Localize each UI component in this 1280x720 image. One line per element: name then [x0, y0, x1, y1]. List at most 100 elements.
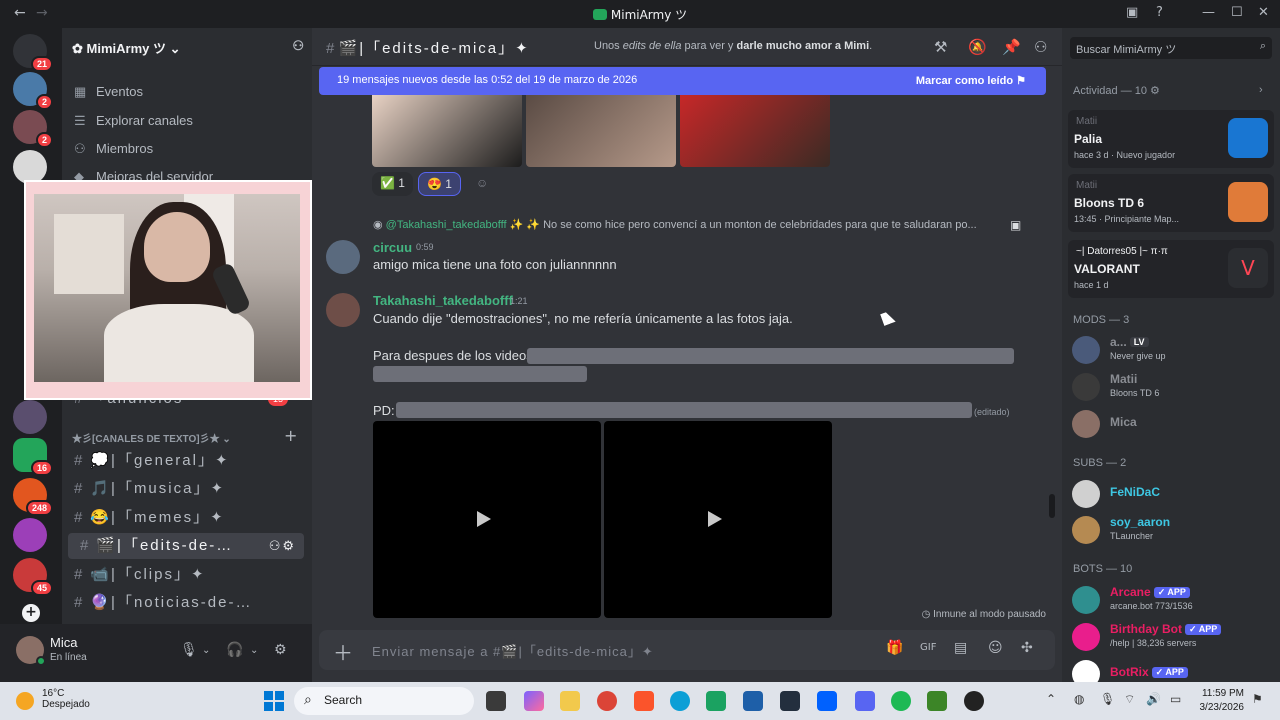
channel-settings-icon[interactable]: ⚇⚙ [269, 533, 296, 559]
create-channel-icon[interactable]: + [284, 426, 297, 445]
taskbar-search[interactable]: ⌕ Search [294, 687, 474, 715]
server-icon[interactable] [13, 150, 47, 184]
channel-general[interactable]: # 💭|「general」✦ [62, 448, 304, 474]
activity-card[interactable]: ~| Datorres05 |~ π·π VALORANT hace 1 d V [1068, 240, 1274, 298]
invite-people-icon[interactable]: ⚇ [292, 38, 304, 54]
member-list-icon[interactable]: ⚇ [1034, 38, 1047, 56]
member-item[interactable]: Matii Bloons TD 6 [1072, 371, 1276, 401]
channel-noticias[interactable]: # 🔮|「noticias-de-… [62, 590, 304, 616]
sticker-icon[interactable]: ▤ [954, 640, 967, 656]
weather-icon[interactable] [16, 692, 34, 710]
reply-preview[interactable]: ◉ @Takahashi_takedabofff ✨ ✨ No se como … [373, 218, 977, 231]
gift-icon[interactable]: 🎁 [886, 640, 903, 656]
obs-icon[interactable] [964, 691, 984, 711]
image-attachment[interactable] [526, 95, 676, 167]
amazon-icon[interactable] [780, 691, 800, 711]
reaction-heart-eyes[interactable]: 😍 1 [418, 172, 461, 196]
spoiler-block[interactable] [527, 348, 1014, 364]
member-item[interactable]: Mica [1072, 408, 1276, 438]
member-item[interactable]: soy_aaron TLauncher [1072, 514, 1276, 544]
reaction-check[interactable]: ✅ 1 [372, 172, 413, 196]
chevron-down-icon[interactable]: ⌄ [250, 645, 258, 656]
member-item[interactable]: Birthday Bot ✓ APP/help | 38,236 servers [1072, 621, 1276, 651]
server-icon[interactable]: 2 [13, 110, 53, 148]
close-icon[interactable]: ✕ [1258, 5, 1269, 20]
members-link[interactable]: ⚇ Miembros [74, 141, 153, 157]
gif-icon[interactable]: GIF [920, 642, 936, 653]
discord-icon[interactable] [855, 691, 875, 711]
channel-topic[interactable]: Unos edits de ella para ver y darle much… [594, 40, 872, 52]
file-explorer-icon[interactable] [560, 691, 580, 711]
image-attachment[interactable] [680, 95, 830, 167]
play-icon[interactable] [708, 511, 722, 527]
chevron-right-icon[interactable]: › [1259, 84, 1263, 96]
notification-bell-icon[interactable]: 🔕 [968, 38, 987, 56]
gear-icon[interactable]: ⚙ [1150, 85, 1160, 97]
gear-icon[interactable]: ⚙ [274, 642, 287, 658]
server-icon[interactable]: 45 [13, 558, 53, 596]
minecraft-icon[interactable] [927, 691, 947, 711]
start-button[interactable] [264, 691, 284, 711]
member-item[interactable]: a... LV Never give up [1072, 334, 1276, 364]
chrome-icon[interactable] [597, 691, 617, 711]
server-icon[interactable] [13, 400, 47, 434]
member-item[interactable]: BotRix ✓ APP [1072, 658, 1276, 682]
microphone-icon[interactable]: 🎙 [180, 642, 198, 658]
notification-icon[interactable]: ⚑ [1252, 692, 1263, 706]
direct-messages-icon[interactable]: 21 [13, 34, 53, 72]
emoji-icon[interactable]: ☺ [988, 640, 1003, 656]
app-icon[interactable] [706, 691, 726, 711]
wifi-icon[interactable]: ⌔ [1124, 692, 1135, 707]
edge-icon[interactable] [670, 691, 690, 711]
apps-icon[interactable]: ✣ [1021, 640, 1033, 656]
image-attachment[interactable] [372, 95, 522, 167]
play-icon[interactable] [477, 511, 491, 527]
microphone-icon[interactable]: 🎙 [1100, 692, 1115, 706]
spotify-icon[interactable] [891, 691, 911, 711]
pin-icon[interactable]: 📌 [1002, 38, 1021, 56]
message-author[interactable]: Takahashi_takedabofff [373, 293, 513, 308]
channel-clips[interactable]: # 📹|「clips」✦ [62, 562, 304, 588]
maximize-icon[interactable]: ☐ [1231, 5, 1243, 20]
network-icon[interactable]: ◍ [1074, 692, 1084, 706]
mark-as-read-button[interactable]: Marcar como leído ⚑ [916, 74, 1026, 87]
attach-plus-icon[interactable]: ＋ [333, 637, 353, 666]
new-messages-bar[interactable]: 19 mensajes nuevos desde las 0:52 del 19… [319, 67, 1046, 95]
channel-category[interactable]: ★彡[CANALES DE TEXTO]彡★ ⌄ [72, 430, 231, 445]
server-icon[interactable] [13, 518, 47, 552]
events-link[interactable]: ▦ Eventos [74, 84, 143, 100]
channel-edits-de-mica[interactable]: # 🎬|「edits-de-… ⚇⚙ [68, 533, 304, 559]
scrollbar-thumb[interactable] [1049, 494, 1055, 518]
inbox-icon[interactable]: ▣ [1126, 5, 1138, 20]
threads-icon[interactable]: ⚒ [934, 38, 947, 56]
composer-placeholder[interactable]: Enviar mensaje a #🎬|「edits-de-mica」✦ [372, 641, 654, 660]
server-header[interactable]: ✿ MimiArmy ツ ⌄ ⚇ [72, 38, 304, 58]
member-item[interactable]: Arcane ✓ APP arcane.bot 773/1536 [1072, 584, 1276, 614]
add-server-icon[interactable]: + [22, 604, 40, 622]
store-icon[interactable] [743, 691, 763, 711]
channel-musica[interactable]: # 🎵|「musica」✦ [62, 476, 304, 502]
activity-card[interactable]: Matii Bloons TD 6 13:45 · Principiante M… [1068, 174, 1274, 232]
avatar[interactable] [326, 293, 360, 327]
video-attachment[interactable] [373, 421, 601, 618]
tray-chevron-icon[interactable]: ⌃ [1046, 692, 1056, 706]
server-icon[interactable]: 248 [13, 478, 53, 516]
spoiler-block[interactable] [373, 366, 587, 382]
volume-icon[interactable]: 🔊 [1146, 692, 1161, 706]
channel-memes[interactable]: # 😂|「memes」✦ [62, 505, 304, 531]
task-view-icon[interactable] [486, 691, 506, 711]
message-composer[interactable]: ＋ Enviar mensaje a #🎬|「edits-de-mica」✦ 🎁… [319, 630, 1055, 670]
search-input[interactable]: Buscar MimiArmy ツ ⌕ [1070, 37, 1272, 59]
system-clock[interactable]: 11:59 PM 3/23/2026 [1200, 687, 1245, 715]
activity-card[interactable]: Matii Palia hace 3 d · Nuevo jugador [1068, 110, 1274, 168]
copilot-icon[interactable] [524, 691, 544, 711]
weather-widget[interactable]: 16°C Despejado [42, 688, 90, 710]
headphones-icon[interactable]: 🎧 [226, 642, 243, 658]
dropbox-icon[interactable] [817, 691, 837, 711]
minimize-icon[interactable]: — [1202, 5, 1215, 20]
add-reaction-icon[interactable]: ☺ [468, 172, 496, 196]
browse-channels-link[interactable]: ☰ Explorar canales [74, 113, 193, 129]
chevron-down-icon[interactable]: ⌄ [202, 645, 210, 656]
brave-icon[interactable] [634, 691, 654, 711]
battery-icon[interactable]: ▭ [1170, 692, 1181, 706]
